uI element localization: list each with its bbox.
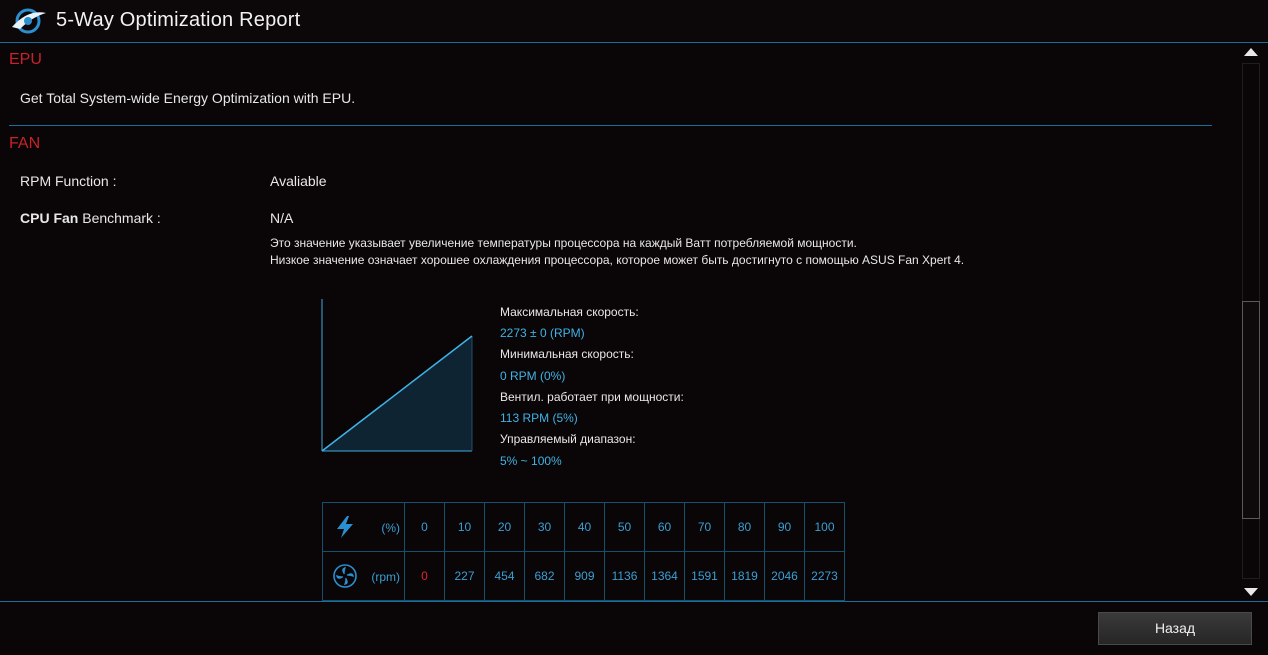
vertical-scrollbar[interactable]: [1240, 43, 1262, 601]
scroll-thumb[interactable]: [1242, 301, 1260, 519]
power-cell: 100: [804, 502, 845, 552]
window-title: 5-Way Optimization Report: [56, 9, 301, 31]
power-cell: 50: [604, 502, 645, 552]
power-cell: 10: [444, 502, 485, 552]
benchmark-note-line-2: Низкое значение означает хорошее охлажде…: [270, 253, 965, 267]
rpm-table: (%) 0 10 20 30 40 50 60 70 80 90 100 (rp…: [322, 502, 845, 601]
rpm-row-header: (rpm): [322, 551, 405, 601]
power-cell: 40: [564, 502, 605, 552]
fan-icon: [333, 564, 357, 588]
benchmark-label-rest: Benchmark :: [78, 210, 161, 226]
rpm-cell: 454: [484, 551, 525, 601]
rpm-cell: 2273: [804, 551, 845, 601]
cpu-fan-benchmark-label: CPU Fan Benchmark :: [20, 210, 161, 226]
power-cell: 90: [764, 502, 805, 552]
report-content: EPU Get Total System-wide Energy Optimiz…: [0, 43, 1236, 601]
min-speed-label: Минимальная скорость:: [500, 347, 634, 361]
control-range-value: 5% ~ 100%: [500, 454, 562, 468]
cpu-fan-benchmark-value: N/A: [270, 210, 294, 226]
control-range-label: Управляемый диапазон:: [500, 432, 636, 446]
fan-start-label: Вентил. работает при мощности:: [500, 390, 684, 404]
max-speed-value: 2273 ± 0 (RPM): [500, 326, 585, 340]
rpm-cell: 2046: [764, 551, 805, 601]
power-cell: 30: [524, 502, 565, 552]
title-bar: 5-Way Optimization Report: [0, 0, 1268, 43]
rpm-cell: 909: [564, 551, 605, 601]
rpm-cell: 1364: [644, 551, 685, 601]
benchmark-label-bold: CPU Fan: [20, 210, 79, 226]
rpm-cell: 1136: [604, 551, 645, 601]
section-divider: [9, 125, 1212, 126]
rpm-function-value: Avaliable: [270, 173, 327, 189]
power-row-header: (%): [322, 502, 405, 552]
fan-curve-graph: [321, 299, 473, 452]
scroll-up-arrow-icon[interactable]: [1244, 48, 1258, 56]
min-speed-value: 0 RPM (0%): [500, 369, 566, 383]
epu-section-title: EPU: [9, 51, 42, 68]
power-cell: 60: [644, 502, 685, 552]
footer-bar: Назад: [0, 601, 1268, 655]
rpm-unit: (rpm): [371, 570, 400, 584]
rpm-cell: 682: [524, 551, 565, 601]
back-button[interactable]: Назад: [1098, 612, 1252, 645]
rpm-row: (rpm) 0 227 454 682 909 1136 1364 1591 1…: [322, 551, 845, 601]
app-logo-icon: [12, 8, 46, 34]
lightning-icon: [337, 516, 353, 538]
scroll-down-arrow-icon[interactable]: [1244, 588, 1258, 596]
fan-section-title: FAN: [9, 135, 41, 152]
rpm-cell: 227: [444, 551, 485, 601]
fan-start-value: 113 RPM (5%): [500, 411, 578, 425]
rpm-function-label: RPM Function :: [20, 173, 117, 189]
power-cell: 20: [484, 502, 525, 552]
max-speed-label: Максимальная скорость:: [500, 305, 639, 319]
power-cell: 80: [724, 502, 765, 552]
power-cell: 70: [684, 502, 725, 552]
rpm-cell: 1591: [684, 551, 725, 601]
rpm-cell: 0: [404, 551, 445, 601]
power-unit: (%): [381, 521, 400, 535]
epu-description: Get Total System-wide Energy Optimizatio…: [20, 90, 356, 106]
rpm-cell: 1819: [724, 551, 765, 601]
power-cell: 0: [404, 502, 445, 552]
benchmark-note-line-1: Это значение указывает увеличение темпер…: [270, 236, 857, 250]
power-row: (%) 0 10 20 30 40 50 60 70 80 90 100: [322, 502, 845, 552]
